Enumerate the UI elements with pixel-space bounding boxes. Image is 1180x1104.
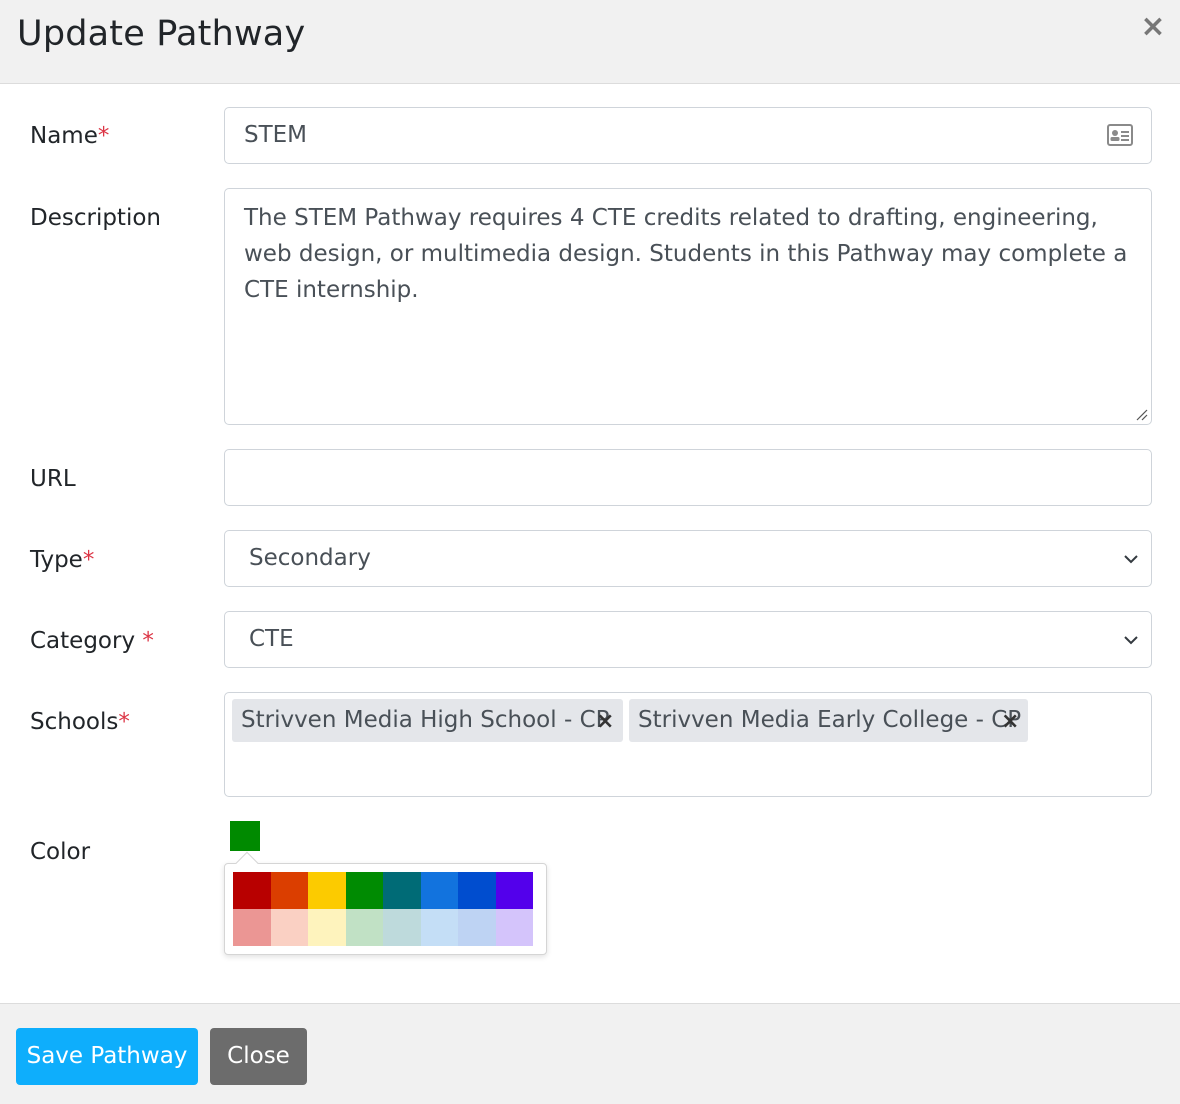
type-select-value: Secondary (249, 545, 371, 571)
modal-title: Update Pathway (17, 14, 306, 54)
category-select-value: CTE (249, 626, 294, 652)
name-input[interactable]: STEM (224, 107, 1152, 164)
color-swatch-option[interactable] (383, 909, 421, 946)
description-textarea[interactable]: The STEM Pathway requires 4 CTE credits … (224, 188, 1152, 425)
color-swatch-option[interactable] (495, 872, 533, 909)
url-label: URL (30, 466, 76, 492)
color-swatch-option[interactable] (233, 872, 271, 909)
chevron-down-icon (1124, 555, 1138, 564)
school-chip-label: Strivven Media Early College - CP (638, 707, 1022, 733)
color-swatch-option[interactable] (308, 909, 346, 946)
resize-grip-icon[interactable] (1136, 409, 1148, 421)
type-select[interactable]: Secondary (224, 530, 1152, 587)
school-chip-label: Strivven Media High School - CP (241, 707, 610, 733)
color-swatch-option[interactable] (458, 909, 496, 946)
description-value: The STEM Pathway requires 4 CTE credits … (244, 205, 1128, 303)
save-pathway-button[interactable]: Save Pathway (16, 1028, 198, 1085)
chevron-down-icon (1124, 636, 1138, 645)
type-label: Type* (30, 547, 95, 573)
popover-arrow (235, 851, 259, 875)
id-card-icon (1107, 124, 1133, 146)
color-swatch-option[interactable] (383, 872, 421, 909)
color-palette-grid (233, 872, 533, 946)
school-chip: Strivven Media Early College - CP × (629, 699, 1028, 742)
color-swatch-option[interactable] (420, 909, 458, 946)
url-input[interactable] (224, 449, 1152, 506)
required-mark: * (97, 123, 110, 149)
name-input-value: STEM (244, 122, 308, 148)
selected-color-swatch[interactable] (230, 821, 260, 851)
school-chip: Strivven Media High School - CP × (232, 699, 623, 742)
color-swatch-option[interactable] (345, 872, 383, 909)
color-swatch-option[interactable] (420, 872, 458, 909)
color-swatch-option[interactable] (270, 872, 308, 909)
color-swatch-option[interactable] (308, 872, 346, 909)
modal-footer: Save Pathway Close (0, 1003, 1180, 1104)
description-label: Description (30, 205, 161, 231)
schools-multiselect[interactable]: Strivven Media High School - CP × Strivv… (224, 692, 1152, 797)
required-mark: * (82, 547, 95, 573)
color-swatch-option[interactable] (233, 909, 271, 946)
remove-chip-icon[interactable]: × (1001, 699, 1019, 744)
required-mark: * (118, 709, 130, 735)
color-label: Color (30, 839, 91, 865)
close-icon[interactable]: × (1138, 12, 1168, 42)
color-swatch-option[interactable] (495, 909, 533, 946)
category-select[interactable]: CTE (224, 611, 1152, 668)
color-swatch-option[interactable] (270, 909, 308, 946)
color-swatch-option[interactable] (458, 872, 496, 909)
category-label: Category * (30, 628, 154, 654)
name-label: Name* (30, 123, 110, 149)
remove-chip-icon[interactable]: × (596, 699, 614, 744)
close-button[interactable]: Close (210, 1028, 307, 1085)
color-palette-popover (224, 851, 547, 955)
schools-label: Schools* (30, 709, 130, 735)
modal-header: Update Pathway × (0, 0, 1180, 84)
required-mark: * (142, 628, 154, 654)
color-swatch-option[interactable] (345, 909, 383, 946)
